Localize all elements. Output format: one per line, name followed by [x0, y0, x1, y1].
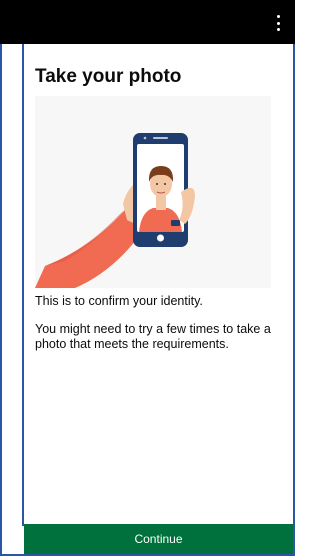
selfie-phone-icon: [35, 133, 195, 288]
more-vertical-icon[interactable]: [273, 15, 283, 31]
app-bar: [0, 0, 295, 44]
selfie-illustration: [35, 96, 271, 288]
continue-button[interactable]: Continue: [24, 524, 293, 554]
intro-text: This is to confirm your identity.: [35, 294, 203, 308]
guidance-text: You might need to try a few times to tak…: [35, 322, 271, 351]
page-title: Take your photo: [35, 66, 182, 87]
left-border-line: [22, 44, 24, 526]
